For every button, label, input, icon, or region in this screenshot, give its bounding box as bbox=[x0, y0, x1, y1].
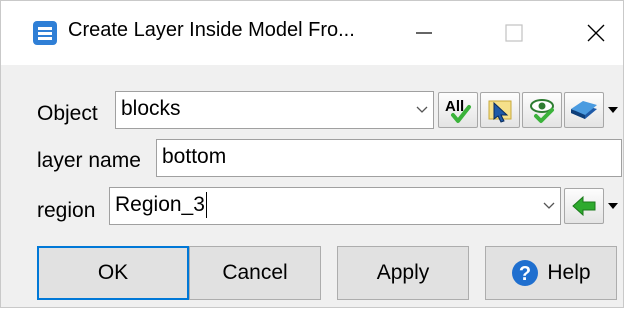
region-pick-button[interactable] bbox=[564, 188, 604, 224]
visibility-icon bbox=[530, 99, 554, 123]
pick-object-button[interactable] bbox=[480, 92, 520, 128]
cancel-label: Cancel bbox=[222, 261, 288, 284]
text-cursor bbox=[205, 192, 207, 219]
help-icon: ? bbox=[512, 260, 539, 286]
caret-down-icon bbox=[608, 107, 618, 113]
apply-label: Apply bbox=[376, 261, 430, 284]
object-label: Object bbox=[37, 102, 98, 125]
app-icon bbox=[33, 21, 57, 45]
region-menu-dropdown[interactable] bbox=[604, 188, 622, 224]
window-title: Create Layer Inside Model Fro... bbox=[68, 19, 355, 41]
dialog-window: Create Layer Inside Model Fro... Object … bbox=[0, 0, 624, 308]
maximize-button[interactable] bbox=[479, 1, 549, 65]
minimize-button[interactable] bbox=[389, 1, 459, 65]
maximize-icon bbox=[505, 24, 523, 42]
chevron-down-icon[interactable] bbox=[411, 92, 433, 128]
select-all-button[interactable]: All bbox=[438, 92, 478, 128]
layer-menu-icon bbox=[571, 101, 597, 119]
ok-button[interactable]: OK bbox=[37, 246, 189, 300]
region-combobox[interactable]: Region_3 bbox=[109, 187, 561, 225]
region-label: region bbox=[37, 199, 96, 222]
layer-menu-button[interactable] bbox=[564, 92, 604, 128]
minimize-icon bbox=[416, 32, 432, 34]
layer-name-input[interactable]: bottom bbox=[156, 139, 622, 177]
apply-button[interactable]: Apply bbox=[337, 246, 469, 300]
help-button[interactable]: ? Help bbox=[485, 246, 617, 300]
caret-down-icon bbox=[608, 203, 618, 209]
layer-name-value: bottom bbox=[162, 145, 227, 168]
back-arrow-icon bbox=[572, 195, 596, 217]
layer-menu-dropdown[interactable] bbox=[604, 92, 622, 128]
layer-name-label: layer name bbox=[37, 149, 141, 172]
object-combobox[interactable]: blocks bbox=[115, 91, 434, 129]
region-value: Region_3 bbox=[115, 193, 205, 216]
svg-text:?: ? bbox=[519, 263, 531, 285]
ok-label: OK bbox=[97, 261, 129, 284]
close-icon bbox=[587, 24, 605, 42]
pick-icon bbox=[488, 100, 512, 123]
close-button[interactable] bbox=[561, 1, 631, 65]
object-value: blocks bbox=[121, 97, 181, 120]
cancel-button[interactable]: Cancel bbox=[189, 246, 321, 300]
select-all-text: All bbox=[445, 98, 464, 115]
help-label: Help bbox=[547, 261, 591, 284]
chevron-down-icon[interactable] bbox=[538, 188, 560, 224]
select-all-icon: All bbox=[445, 98, 471, 123]
title-bar[interactable]: Create Layer Inside Model Fro... bbox=[1, 1, 623, 65]
visibility-button[interactable] bbox=[522, 92, 562, 128]
